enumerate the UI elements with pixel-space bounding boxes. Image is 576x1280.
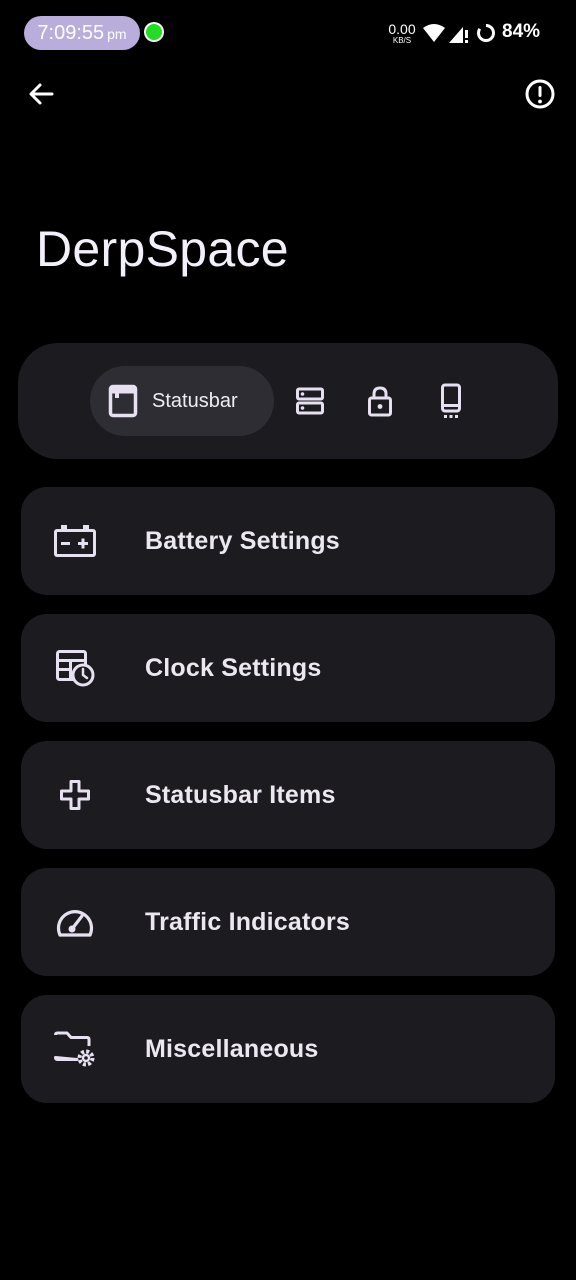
category-tab-bar: Statusbar <box>18 343 558 459</box>
battery-icon <box>54 525 96 557</box>
back-arrow-icon <box>29 83 54 105</box>
clock-settings-item[interactable]: Clock Settings <box>21 614 555 722</box>
speedometer-icon-wrap <box>53 902 97 942</box>
tab-statusbar-label: Statusbar <box>152 389 238 412</box>
clock-settings-label: Clock Settings <box>145 654 322 682</box>
tab-quick-settings[interactable] <box>290 381 330 421</box>
tab-lockscreen[interactable] <box>360 381 400 421</box>
signal-icon <box>449 27 468 43</box>
plus-outline-icon <box>60 780 90 810</box>
status-clock: 7:09:55 pm <box>24 16 140 50</box>
info-icon <box>525 79 555 109</box>
miscellaneous-item[interactable]: Miscellaneous <box>21 995 555 1103</box>
plus-icon-wrap <box>53 775 97 815</box>
battery-icon-wrap <box>53 521 97 561</box>
battery-settings-item[interactable]: Battery Settings <box>21 487 555 595</box>
statusbar-icon <box>108 384 138 418</box>
statusbar-items-item[interactable]: Statusbar Items <box>21 741 555 849</box>
folder-settings-icon <box>54 1031 95 1067</box>
tab-statusbar[interactable]: Statusbar <box>90 366 274 436</box>
network-speed: 0.00 KB/S <box>384 22 420 45</box>
statusbar-items-label: Statusbar Items <box>145 781 336 809</box>
page-title: DerpSpace <box>36 221 289 277</box>
status-ampm: pm <box>107 26 127 42</box>
battery-percent: 84% <box>502 21 541 42</box>
network-speed-value: 0.00 <box>388 21 416 37</box>
status-bar: 7:09:55 pm 0.00 KB/S 84% <box>0 0 576 64</box>
battery-settings-label: Battery Settings <box>145 527 340 555</box>
folder-icon-wrap <box>53 1029 97 1069</box>
miscellaneous-label: Miscellaneous <box>145 1035 319 1063</box>
status-time: 7:09:55 <box>37 22 105 44</box>
wifi-icon <box>423 24 445 42</box>
network-speed-unit: KB/S <box>392 36 412 45</box>
clock-calendar-icon <box>56 650 95 687</box>
traffic-indicators-label: Traffic Indicators <box>145 908 351 936</box>
green-dot-icon <box>146 24 162 40</box>
quick-settings-icon <box>296 387 324 415</box>
info-button[interactable] <box>522 76 558 112</box>
battery-ring-icon <box>477 24 495 42</box>
tab-device[interactable] <box>431 381 471 421</box>
speedometer-icon <box>56 910 94 937</box>
phone-icon <box>441 383 461 418</box>
back-button[interactable] <box>23 76 59 112</box>
traffic-indicators-item[interactable]: Traffic Indicators <box>21 868 555 976</box>
lock-icon <box>368 386 392 417</box>
clock-icon-wrap <box>53 648 97 688</box>
